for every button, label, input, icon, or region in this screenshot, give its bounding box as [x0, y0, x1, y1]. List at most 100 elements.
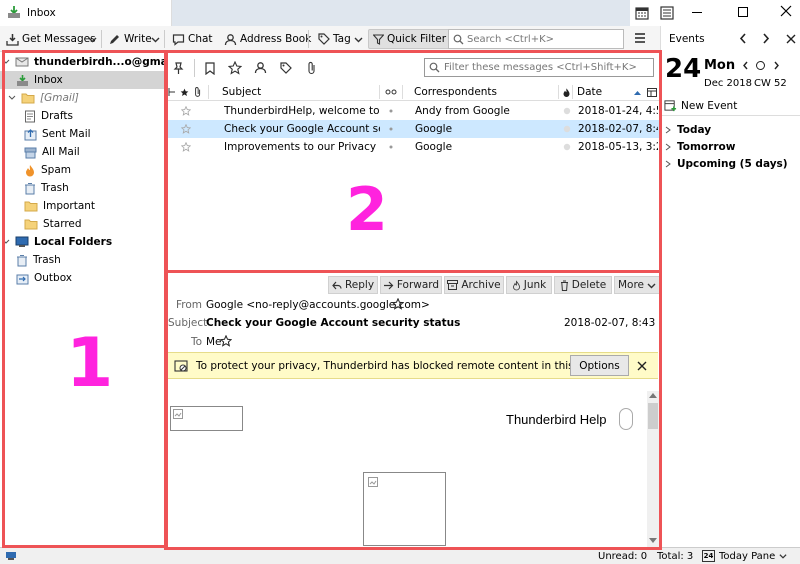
folder-spam[interactable]: Spam	[0, 161, 166, 179]
inbox-icon	[7, 5, 21, 19]
message-correspondent: Andy from Google	[415, 105, 510, 117]
tab-inbox[interactable]: Inbox	[0, 0, 172, 26]
contact-filter-icon[interactable]	[254, 61, 267, 74]
blocked-image-placeholder	[363, 472, 446, 546]
folder-all-mail[interactable]: All Mail	[0, 143, 166, 161]
star-toggle-icon[interactable]	[181, 120, 191, 138]
subject-column-header[interactable]: Subject	[222, 83, 261, 101]
folder-local-folders[interactable]: Local Folders	[0, 233, 166, 251]
junk-column-icon[interactable]	[562, 83, 571, 101]
today-pane-calendar-icon: 24	[702, 550, 715, 562]
unread-filter-icon[interactable]	[204, 62, 216, 75]
calendar-week: CW 52	[754, 78, 787, 89]
events-upcoming[interactable]: Upcoming (5 days)	[665, 158, 788, 170]
tasks-tab-icon[interactable]	[660, 6, 674, 20]
folder-inbox[interactable]: Inbox	[0, 71, 166, 89]
read-dot-icon[interactable]	[389, 120, 393, 138]
folder-local-trash[interactable]: Trash	[0, 251, 166, 269]
star-toggle-icon[interactable]	[181, 138, 191, 156]
global-search-input[interactable]: Search <Ctrl+K>	[448, 29, 624, 49]
correspondents-column-header[interactable]: Correspondents	[414, 83, 497, 101]
address-book-button[interactable]: Address Book	[224, 29, 311, 49]
new-event-button[interactable]: New Event	[661, 96, 800, 116]
add-contact-star-icon[interactable]	[392, 298, 404, 310]
minimize-button[interactable]	[692, 12, 702, 13]
reply-button[interactable]: Reply	[328, 276, 378, 294]
notification-text: To protect your privacy, Thunderbird has…	[196, 360, 628, 372]
folder-label: Drafts	[41, 110, 73, 122]
archive-button[interactable]: Archive	[444, 276, 504, 294]
scrollbar-thumb[interactable]	[648, 403, 658, 429]
read-dot-icon[interactable]	[389, 138, 393, 156]
calendar-tab-icon[interactable]	[635, 6, 649, 20]
folder-drafts[interactable]: Drafts	[0, 107, 166, 125]
tag-filter-icon[interactable]	[280, 62, 292, 74]
events-today[interactable]: Today	[665, 124, 711, 136]
from-label: From	[175, 299, 202, 311]
forward-button[interactable]: Forward	[380, 276, 442, 294]
column-picker-icon[interactable]	[647, 83, 657, 101]
star-column-icon[interactable]	[180, 83, 189, 101]
close-icon[interactable]	[637, 361, 647, 371]
junk-status-icon[interactable]	[563, 138, 571, 156]
star-filter-icon[interactable]	[228, 61, 242, 75]
message-row[interactable]: Check your Google Account securi... Goog…	[166, 120, 660, 138]
chevron-right-icon[interactable]	[762, 33, 770, 44]
date-column-header[interactable]: Date	[577, 83, 602, 101]
chat-button[interactable]: Chat	[172, 29, 213, 49]
chevron-down-icon	[88, 37, 97, 42]
today-pane-toggle[interactable]: 24 Today Pane	[702, 550, 787, 562]
today-pane: Events 24 Mon Dec 2018 CW 52 New Event T…	[660, 26, 800, 550]
events-title: Events	[669, 33, 705, 45]
message-row[interactable]: Improvements to our Privacy Polic... Goo…	[166, 138, 660, 156]
add-contact-star-icon[interactable]	[220, 335, 232, 347]
star-toggle-icon[interactable]	[181, 102, 191, 120]
thread-column-icon[interactable]	[168, 83, 176, 101]
chevron-left-icon[interactable]	[739, 33, 747, 44]
folder-sent-mail[interactable]: Sent Mail	[0, 125, 166, 143]
events-tomorrow[interactable]: Tomorrow	[665, 141, 735, 153]
write-button[interactable]: Write	[108, 29, 152, 49]
close-icon[interactable]	[780, 5, 792, 17]
more-label: More	[617, 279, 645, 291]
scroll-down-icon[interactable]	[649, 538, 657, 544]
junk-status-icon[interactable]	[563, 102, 571, 120]
close-icon[interactable]	[786, 34, 796, 44]
message-row[interactable]: ThunderbirdHelp, welcome to your... Andy…	[166, 102, 660, 120]
today-circle-icon[interactable]	[756, 61, 765, 70]
options-button[interactable]: Options	[570, 355, 629, 376]
folder-outbox[interactable]: Outbox	[0, 269, 166, 287]
quick-filter-button[interactable]: Quick Filter	[368, 29, 452, 49]
menu-icon[interactable]	[634, 32, 646, 44]
read-dot-icon[interactable]	[389, 102, 393, 120]
more-button[interactable]: More	[614, 276, 660, 294]
chevron-left-icon[interactable]	[742, 61, 749, 70]
blocked-image-placeholder	[619, 408, 633, 430]
junk-status-icon[interactable]	[563, 120, 571, 138]
get-messages-button[interactable]: Get Messages	[6, 29, 96, 49]
scroll-up-icon[interactable]	[649, 392, 657, 398]
broken-image-icon	[173, 409, 183, 419]
flame-icon	[26, 164, 34, 176]
junk-button[interactable]: Junk	[506, 276, 552, 294]
folder-gmail[interactable]: [Gmail]	[0, 89, 166, 107]
folder-trash[interactable]: Trash	[0, 179, 166, 197]
filter-messages-input[interactable]: Filter these messages <Ctrl+Shift+K>	[424, 58, 654, 77]
attachment-column-icon[interactable]	[194, 83, 202, 101]
chevron-right-icon[interactable]	[773, 61, 780, 70]
read-status-column-icon[interactable]	[385, 83, 397, 101]
tag-button[interactable]: Tag	[318, 29, 363, 49]
get-messages-dropdown[interactable]	[88, 29, 97, 49]
folder-starred[interactable]: Starred	[0, 215, 166, 233]
online-status-icon[interactable]	[5, 551, 17, 561]
sticky-pin-icon[interactable]	[172, 62, 185, 75]
archive-icon	[24, 147, 37, 158]
folder-important[interactable]: Important	[0, 197, 166, 215]
folder-account[interactable]: thunderbirdh...o@gmail.com	[0, 53, 203, 71]
delete-button[interactable]: Delete	[554, 276, 612, 294]
write-dropdown[interactable]	[151, 29, 160, 49]
search-placeholder: Search <Ctrl+K>	[467, 33, 555, 45]
maximize-button[interactable]	[738, 7, 748, 17]
attachment-filter-icon[interactable]	[307, 61, 317, 75]
tab-strip	[172, 0, 630, 26]
